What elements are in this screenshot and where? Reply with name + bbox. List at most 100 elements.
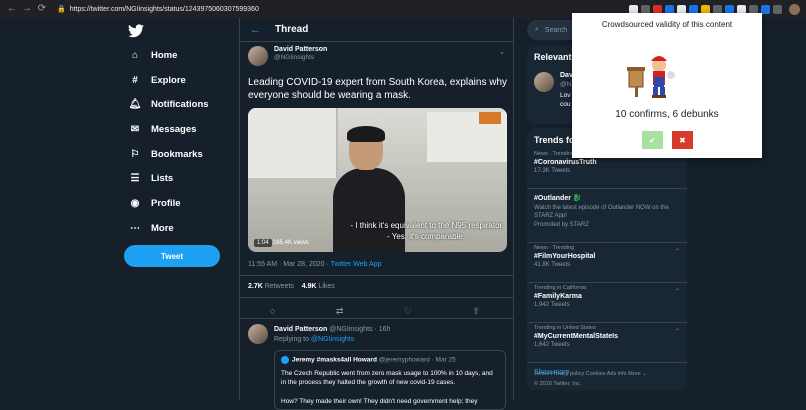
author-handle[interactable]: @NGIinsights — [274, 54, 327, 61]
avatar[interactable] — [248, 324, 268, 344]
nav-profile-label: Profile — [151, 197, 181, 209]
reply-icon[interactable]: ○ — [270, 306, 275, 317]
search-placeholder: Search — [544, 26, 568, 34]
retweet-icon[interactable]: ⇄ — [336, 306, 344, 317]
replying-prefix: Replying to — [274, 336, 311, 343]
like-count[interactable]: 4.9K — [302, 283, 317, 290]
tweet-button[interactable]: Tweet — [124, 245, 220, 267]
nav-lists-label: Lists — [151, 172, 174, 184]
chevron-down-icon[interactable]: ⌄ — [499, 48, 505, 56]
back-arrow-icon[interactable]: ← — [250, 24, 261, 36]
nav-more[interactable]: ⋯ More — [128, 219, 174, 237]
nav-more-label: More — [151, 222, 174, 234]
check-icon: ✔ — [649, 135, 656, 145]
footer-links[interactable]: Terms Privacy policy Cookies Ads info Mo… — [534, 371, 647, 377]
chevron-down-icon[interactable]: ⌄ — [675, 325, 680, 332]
twitter-logo-icon[interactable] — [128, 24, 144, 41]
tweet-timestamp: 11:55 AM · Mar 28, 2020 · Twitter Web Ap… — [248, 261, 381, 268]
promoted-label: Promoted by STARZ — [534, 222, 589, 228]
trend-item[interactable]: News · Trending #FilmYourHospital 41.8K … — [534, 245, 680, 268]
relevant-handle[interactable]: @N — [560, 81, 571, 88]
video-player[interactable]: - I think it's equivalent to the N95 res… — [248, 108, 507, 252]
retweets-label[interactable]: Retweets — [263, 283, 294, 290]
debunk-button[interactable]: ✖ — [672, 131, 693, 149]
confirm-button[interactable]: ✔ — [642, 131, 663, 149]
trends-panel: Trends fo News · Trending #CoronavirusTr… — [527, 128, 687, 390]
relevant-bio: cou — [560, 101, 571, 108]
nav-explore[interactable]: # Explore — [128, 71, 186, 89]
avatar[interactable] — [534, 72, 554, 92]
divider — [240, 275, 514, 276]
trends-header: Trends fo — [534, 135, 575, 145]
tweet-stats: 2.7K Retweets 4.9K Likes — [248, 283, 335, 290]
thread-column: ← Thread David Patterson @NGIinsights ⌄ … — [239, 18, 514, 410]
nav-bookmarks-label: Bookmarks — [151, 148, 203, 160]
copyright: © 2020 Twitter, Inc. — [534, 381, 582, 387]
reply-author: David Patterson @NGIinsights · 16h — [274, 326, 390, 333]
nav-notifications[interactable]: 🔔︎ Notifications — [128, 95, 209, 113]
trend-name: #MyCurrentMentalStateIs — [534, 333, 619, 340]
list-icon: ☰ — [130, 172, 140, 184]
bookmark-icon: ⚐ — [130, 148, 140, 160]
quoted-tweet-text: How? They made their own! They didn't ne… — [281, 398, 478, 405]
divider — [240, 297, 514, 298]
browser-profile-avatar[interactable] — [789, 3, 800, 15]
quoted-tweet[interactable]: Jeremy #masks4all Howard @jeremyphoward … — [274, 350, 506, 410]
nav-explore-label: Explore — [151, 74, 186, 86]
chevron-down-icon[interactable]: ⌄ — [675, 285, 680, 292]
video-views: 285.4K views — [273, 240, 309, 246]
trend-description: Watch the latest episode of Outlander NO… — [534, 205, 669, 219]
validity-result: 10 confirms, 6 debunks — [615, 109, 719, 120]
forward-arrow-icon[interactable]: → — [21, 3, 33, 15]
tweet-author[interactable]: David Patterson @NGIinsights — [248, 46, 327, 66]
replying-to: Replying to @NGIinsights — [274, 336, 354, 343]
video-person-hair — [347, 126, 385, 142]
trend-context: Trending in California — [534, 285, 587, 291]
crowdsource-popup: Crowdsourced validity of this content 10… — [572, 13, 762, 158]
reply-author-name[interactable]: David Patterson — [274, 326, 327, 333]
search-icon: ⌕ — [535, 26, 539, 33]
trend-context: Trending in United States — [534, 325, 596, 331]
quoted-tweet-header: Jeremy #masks4all Howard @jeremyphoward … — [281, 356, 499, 364]
nav-lists[interactable]: ☰ Lists — [128, 169, 174, 187]
nav-messages[interactable]: ✉ Messages — [128, 120, 197, 138]
likes-label[interactable]: Likes — [317, 283, 334, 290]
nav-profile[interactable]: ◉ Profile — [128, 194, 181, 212]
extension-icon[interactable] — [773, 4, 782, 14]
nav-messages-label: Messages — [151, 123, 197, 135]
chevron-down-icon[interactable]: ⌄ — [675, 245, 680, 252]
avatar[interactable] — [248, 46, 268, 66]
video-background-board — [248, 108, 338, 178]
heart-icon[interactable]: ♡ — [404, 306, 412, 317]
quote-author-name: Jeremy #masks4all Howard — [292, 356, 377, 364]
trend-context: News · Trending — [534, 245, 575, 251]
back-arrow-icon[interactable]: ← — [6, 3, 18, 15]
trend-count: 17.3K Tweets — [534, 168, 571, 174]
divider — [527, 322, 687, 323]
quote-author-handle: @jeremyphoward · Mar 25 — [378, 356, 456, 364]
share-icon[interactable]: ⇧ — [472, 306, 480, 317]
trend-item[interactable]: Trending in California #FamilyKarma 1,94… — [534, 285, 680, 308]
reply-author-handle[interactable]: @NGIinsights · 16h — [329, 326, 390, 333]
nav-bookmarks[interactable]: ⚐ Bookmarks — [128, 145, 203, 163]
author-name[interactable]: David Patterson — [274, 46, 327, 53]
profile-icon: ◉ — [130, 197, 140, 209]
reload-icon[interactable]: ⟳ — [36, 3, 48, 15]
nav-home-label: Home — [151, 49, 178, 61]
tweet-source-link[interactable]: Twitter Web App — [331, 261, 382, 268]
trend-item[interactable]: #Outlander 🐉 Watch the latest episode of… — [534, 192, 680, 228]
divider — [527, 242, 687, 243]
relevant-bio: Lov — [560, 92, 571, 99]
trend-item[interactable]: Trending in United States #MyCurrentMent… — [534, 325, 680, 348]
home-icon: ⌂ — [131, 49, 139, 61]
trend-name: #Outlander 🐉 — [534, 195, 582, 202]
divider — [240, 318, 514, 319]
replying-to-link[interactable]: @NGIinsights — [311, 336, 354, 343]
extension-icon[interactable] — [761, 4, 770, 14]
retweet-count[interactable]: 2.7K — [248, 283, 263, 290]
hammer-character-icon — [627, 56, 675, 98]
close-icon: ✖ — [679, 135, 686, 145]
address-bar[interactable]: 🔒 https://twitter.com/NGIinsights/status… — [57, 3, 577, 15]
nav-home[interactable]: ⌂ Home — [128, 46, 177, 64]
lock-icon: 🔒 — [57, 6, 66, 13]
